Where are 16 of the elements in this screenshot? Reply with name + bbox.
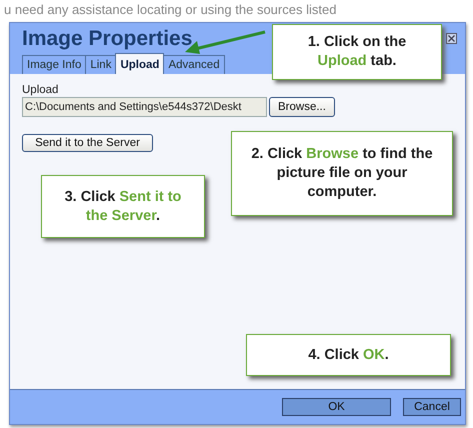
callout-text: 1. Click on the Upload tab. <box>306 33 408 71</box>
background-text: u need any assistance locating or using the sources listed <box>4 2 336 18</box>
callout-text: 4. Click OK. <box>307 346 390 364</box>
browse-button[interactable]: Browse... <box>269 97 335 117</box>
ok-button[interactable]: OK <box>282 398 391 416</box>
file-path-field[interactable]: C:\Documents and Settings\e544s372\Deskt <box>22 97 267 117</box>
tab[interactable]: Image Info <box>22 55 86 74</box>
callout-text: 2. Click Browse to find the picture file on your computer. <box>250 145 434 202</box>
close-icon[interactable] <box>446 33 457 44</box>
tab[interactable]: Upload <box>115 53 164 74</box>
upload-label: Upload <box>22 84 60 96</box>
send-button[interactable]: Send it to the Server <box>22 134 153 152</box>
window-title: Image Properties <box>22 27 192 51</box>
cancel-button[interactable]: Cancel <box>403 398 461 416</box>
tab[interactable]: Advanced <box>163 55 225 74</box>
callout-text: 3. Click Sent it to the Server. <box>64 188 182 226</box>
